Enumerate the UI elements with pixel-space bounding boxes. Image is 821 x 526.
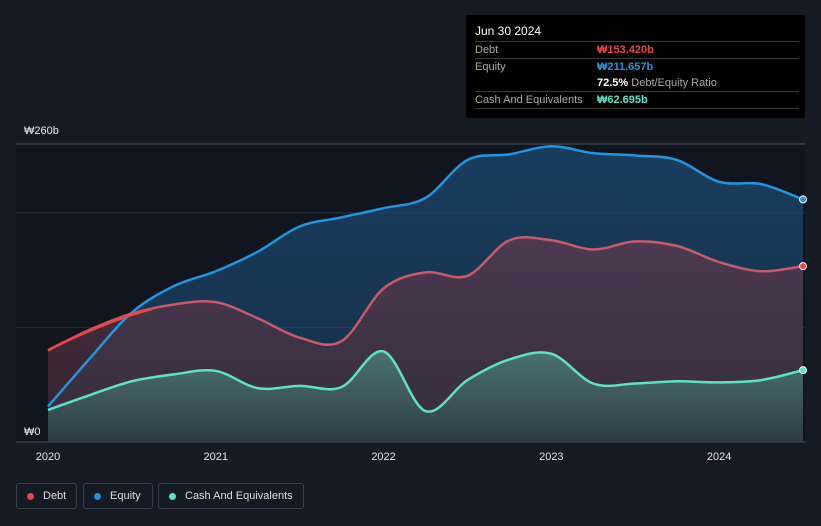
cash-and-equivalents-end-point xyxy=(799,366,807,375)
tooltip-equity-value: ₩211.657b xyxy=(597,61,654,73)
debt-end-point xyxy=(799,262,807,271)
debt-dot-icon xyxy=(27,492,34,500)
y-tick-label: ₩260b xyxy=(24,125,59,137)
cash-dot-icon xyxy=(169,492,176,500)
x-tick-label: 2024 xyxy=(707,451,731,463)
y-tick-label: ₩0 xyxy=(24,426,41,438)
legend-cash-button[interactable]: Cash And Equivalents xyxy=(158,483,304,509)
tooltip-debt-row: Debt ₩153.420b xyxy=(475,41,799,59)
equity-end-point xyxy=(799,195,807,204)
x-tick-label: 2020 xyxy=(36,451,60,463)
tooltip-debt-value: ₩153.420b xyxy=(597,44,654,56)
x-tick-label: 2021 xyxy=(204,451,228,463)
tooltip-cash-row: Cash And Equivalents ₩62.695b xyxy=(475,91,799,109)
legend-label: Cash And Equivalents xyxy=(185,490,293,502)
tooltip-debt-label: Debt xyxy=(475,44,499,56)
tooltip-divider xyxy=(475,108,799,109)
legend-equity-button[interactable]: Equity xyxy=(83,483,153,509)
tooltip-equity-row: Equity ₩211.657b xyxy=(475,58,799,76)
x-tick-label: 2022 xyxy=(371,451,395,463)
legend-debt-button[interactable]: Debt xyxy=(16,483,77,509)
tooltip-ratio-row: 72.5% Debt/Equity Ratio xyxy=(475,75,799,92)
x-tick-label: 2023 xyxy=(539,451,563,463)
legend-label: Equity xyxy=(110,490,141,502)
tooltip-equity-label: Equity xyxy=(475,61,506,73)
tooltip-ratio-value: 72.5% xyxy=(597,77,629,89)
legend-label: Debt xyxy=(43,490,67,502)
tooltip-cash-label: Cash And Equivalents xyxy=(475,94,583,106)
tooltip-date: Jun 30 2024 xyxy=(475,24,542,38)
equity-dot-icon xyxy=(94,492,101,500)
tooltip: Jun 30 2024 Debt ₩153.420b Equity ₩211.657… xyxy=(466,15,805,118)
tooltip-ratio-label: Debt/Equity Ratio xyxy=(631,77,717,89)
tooltip-ratio-wrapper: 72.5% Debt/Equity Ratio xyxy=(597,75,717,92)
tooltip-cash-value: ₩62.695b xyxy=(597,94,648,106)
